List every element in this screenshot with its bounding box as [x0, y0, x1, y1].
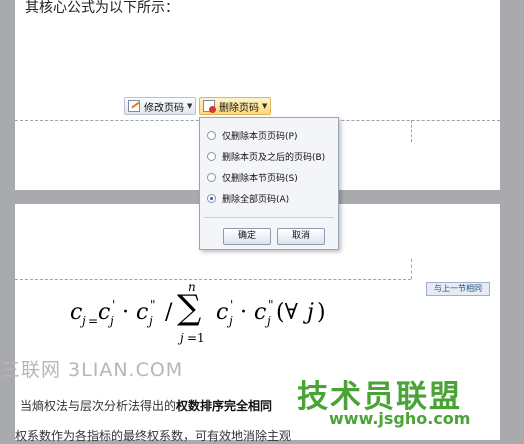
same-as-previous-tag[interactable]: 与上一节相同	[426, 282, 490, 296]
ok-button[interactable]: 确定	[223, 228, 271, 245]
formula-symbol: (∀	[276, 300, 298, 325]
delete-page-number-label: 删除页码	[219, 102, 259, 114]
formula-symbol: /	[165, 300, 173, 325]
formula-symbol: '	[230, 298, 234, 312]
formula-symbol: ·	[240, 300, 247, 325]
chevron-down-icon: ▼	[187, 102, 193, 110]
formula-symbol: ·	[122, 300, 129, 325]
option-delete-this-and-after[interactable]: 删除本页及之后的页码(B)	[207, 150, 325, 163]
edit-page-number-icon	[128, 100, 140, 112]
formula-symbol: j	[229, 314, 233, 328]
footer-boundary	[15, 279, 411, 280]
formula-symbol: ∑	[177, 288, 202, 328]
radio-button-selected[interactable]	[207, 194, 216, 203]
formula-symbol: "	[150, 298, 156, 312]
formula-symbol: =1	[187, 331, 205, 345]
formula-symbol: j	[149, 314, 153, 328]
chevron-down-icon: ▼	[262, 102, 268, 110]
top-text: 其核心公式为以下所示：	[25, 0, 179, 16]
formula-symbol: =	[88, 314, 99, 328]
margin-guide-2	[411, 259, 412, 279]
option-delete-this-section[interactable]: 仅删除本节页码(S)	[207, 171, 298, 184]
formula-symbol: j	[110, 314, 114, 328]
formula-symbol: j	[307, 300, 314, 325]
edit-page-number-label: 修改页码	[144, 102, 184, 114]
option-label: 仅删除本页页码(P)	[222, 132, 298, 142]
watermark-jsgho-url: www.jsgho.com	[329, 409, 471, 428]
formula-symbol: c	[136, 300, 149, 325]
edit-page-number-button[interactable]: 修改页码 ▼	[124, 97, 196, 115]
delete-page-number-panel: 仅删除本页页码(P) 删除本页及之后的页码(B) 仅删除本节页码(S) 删除全部…	[199, 117, 339, 250]
radio-button[interactable]	[207, 152, 216, 161]
option-label: 删除全部页码(A)	[222, 195, 290, 205]
body-text-line-1: 当熵权法与层次分析法得出的权数排序完全相同	[20, 397, 272, 414]
watermark-3lian: 三联网 3LIAN.COM	[1, 359, 184, 381]
body-text-bold: 权数排序完全相同	[176, 399, 273, 413]
formula-symbol: "	[268, 298, 274, 312]
cancel-button[interactable]: 取消	[277, 228, 325, 245]
radio-button[interactable]	[207, 131, 216, 140]
formula-symbol: '	[112, 298, 116, 312]
formula-symbol: j	[267, 314, 271, 328]
formula-symbol: c	[98, 300, 111, 325]
delete-page-number-button[interactable]: 删除页码 ▼	[199, 97, 271, 115]
formula-symbol: c	[70, 300, 83, 325]
formula-symbol: )	[317, 300, 326, 325]
body-text-line-2: 权系数作为各指标的最终权系数，可有效地消除主观	[15, 429, 292, 443]
option-delete-this-page[interactable]: 仅删除本页页码(P)	[207, 129, 297, 142]
margin-guide	[411, 120, 412, 142]
radio-button[interactable]	[207, 173, 216, 182]
formula-symbol: j	[180, 331, 184, 345]
formula-symbol: c	[254, 300, 267, 325]
formula-symbol: c	[216, 300, 229, 325]
option-label: 仅删除本节页码(S)	[222, 174, 298, 184]
option-label: 删除本页及之后的页码(B)	[222, 153, 326, 163]
divider	[204, 217, 334, 218]
option-delete-all[interactable]: 删除全部页码(A)	[207, 192, 289, 205]
delete-page-number-icon	[203, 100, 216, 113]
body-text: 当熵权法与层次分析法得出的	[20, 399, 177, 413]
formula-symbol: j	[82, 314, 86, 328]
